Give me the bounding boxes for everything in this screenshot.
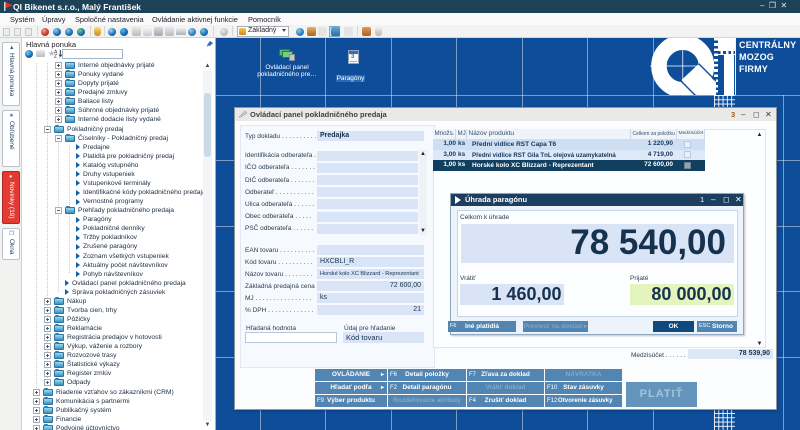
svg-text:Z: Z [54, 54, 57, 58]
